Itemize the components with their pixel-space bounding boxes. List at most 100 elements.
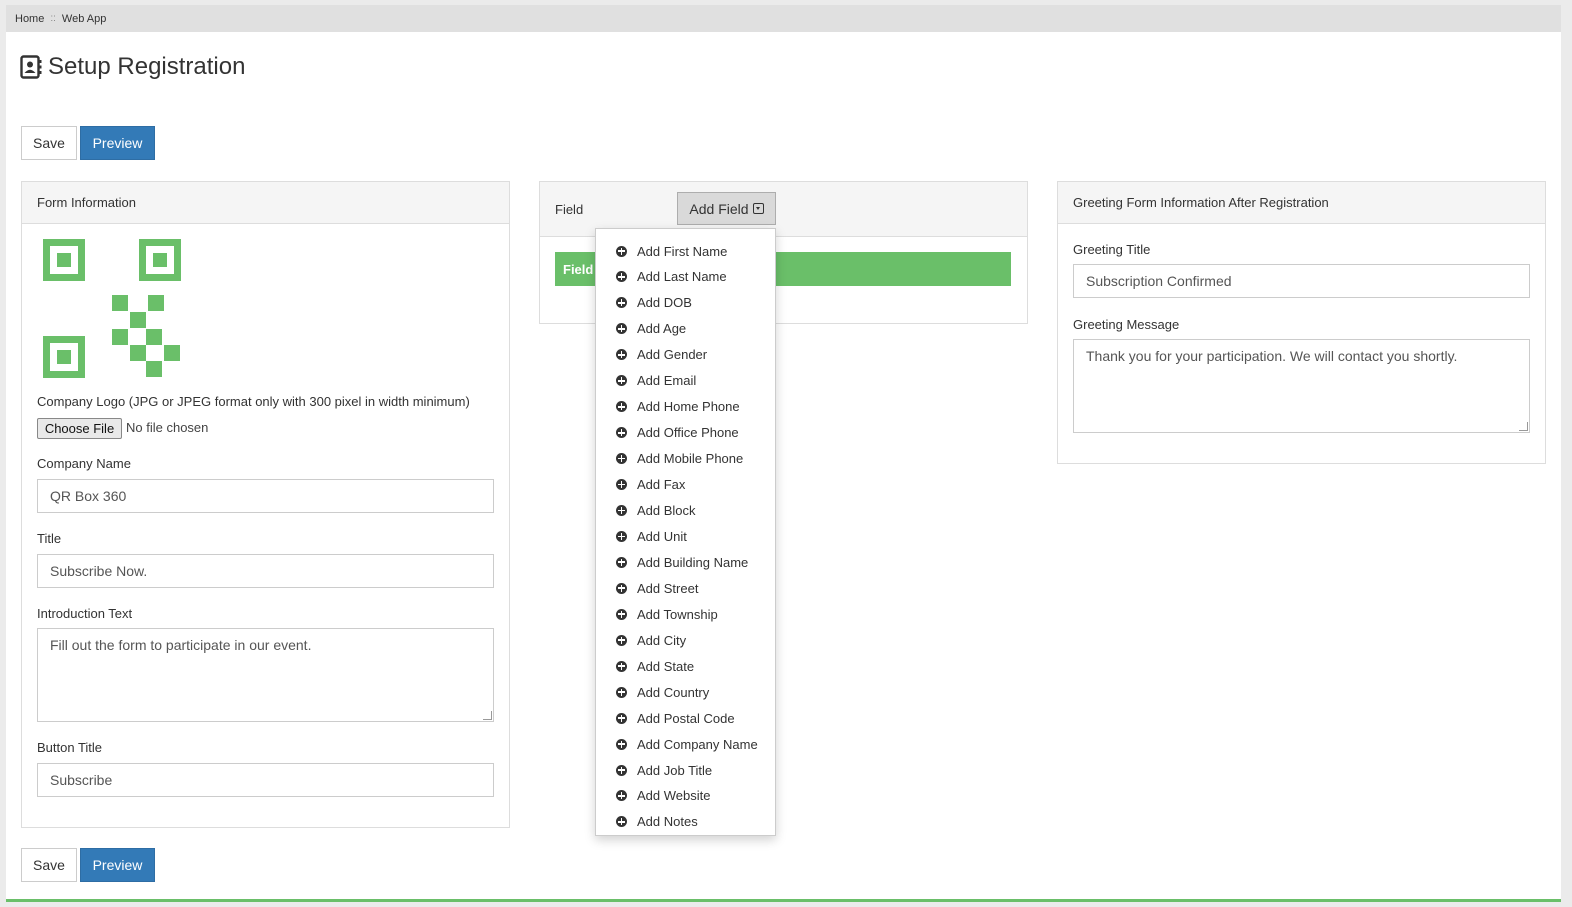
menu-item-label: Add Website <box>637 788 711 804</box>
page-header: Setup Registration <box>20 53 245 81</box>
save-button-top[interactable]: Save <box>21 126 77 160</box>
menu-item-label: Add Unit <box>637 528 687 544</box>
breadcrumb-current[interactable]: Web App <box>62 13 106 25</box>
plus-circle-icon <box>616 530 627 542</box>
no-file-chosen-text: No file chosen <box>126 420 209 435</box>
greeting-title-label: Greeting Title <box>1073 242 1151 257</box>
menu-item-label: Add Fax <box>637 477 686 493</box>
menu-item-add-gender[interactable]: Add Gender <box>616 345 707 365</box>
page-title: Setup Registration <box>48 53 246 80</box>
company-name-input[interactable]: QR Box 360 <box>37 479 494 513</box>
menu-item-add-company-name[interactable]: Add Company Name <box>616 734 758 754</box>
menu-item-add-email[interactable]: Add Email <box>616 371 696 391</box>
menu-item-label: Add DOB <box>637 295 692 311</box>
menu-item-label: Add Company Name <box>637 736 758 752</box>
preview-button-bottom[interactable]: Preview <box>80 848 155 882</box>
menu-item-label: Add City <box>637 632 687 648</box>
menu-item-label: Add Country <box>637 684 710 700</box>
menu-item-add-first-name[interactable]: Add First Name <box>616 241 727 261</box>
company-logo-label: Company Logo (JPG or JPEG format only wi… <box>37 394 470 409</box>
plus-circle-icon <box>616 453 627 465</box>
menu-item-label: Add Street <box>637 580 699 596</box>
menu-item-add-website[interactable]: Add Website <box>616 786 710 806</box>
resize-handle-icon[interactable] <box>1519 422 1528 431</box>
plus-circle-icon <box>616 323 627 335</box>
resize-handle-icon[interactable] <box>483 711 492 720</box>
menu-item-add-age[interactable]: Add Age <box>616 319 686 339</box>
preview-button-top[interactable]: Preview <box>80 126 155 160</box>
breadcrumb-separator: :: <box>50 13 56 24</box>
greeting-title-input[interactable]: Subscription Confirmed <box>1073 264 1530 298</box>
menu-item-add-street[interactable]: Add Street <box>616 578 698 598</box>
choose-file-button[interactable]: Choose File <box>37 418 122 439</box>
add-field-menu: Add First Name Add Last Name Add DOB Add Ag… <box>595 228 776 836</box>
plus-circle-icon <box>616 712 627 724</box>
menu-item-add-state[interactable]: Add State <box>616 656 694 676</box>
menu-item-label: Add Gender <box>637 347 708 363</box>
menu-item-add-block[interactable]: Add Block <box>616 501 696 521</box>
greeting-message-textarea[interactable]: Thank you for your participation. We wil… <box>1073 339 1530 433</box>
menu-item-label: Add Township <box>637 606 718 622</box>
plus-circle-icon <box>616 790 627 802</box>
introduction-text-textarea[interactable]: Fill out the form to participate in our … <box>37 628 494 722</box>
menu-item-add-mobile-phone[interactable]: Add Mobile Phone <box>616 449 743 469</box>
menu-item-add-home-phone[interactable]: Add Home Phone <box>616 397 740 417</box>
title-label: Title <box>37 531 62 546</box>
breadcrumb: Home :: Web App <box>6 5 1561 32</box>
breadcrumb-home-link[interactable]: Home <box>15 13 44 25</box>
plus-circle-icon <box>616 660 627 672</box>
menu-item-label: Add Job Title <box>637 762 713 778</box>
greeting-message-label: Greeting Message <box>1073 317 1180 332</box>
contact-book-icon <box>20 55 42 79</box>
menu-item-label: Add First Name <box>637 243 728 259</box>
plus-circle-icon <box>616 764 627 776</box>
menu-item-add-building-name[interactable]: Add Building Name <box>616 552 748 572</box>
menu-item-label: Add State <box>637 658 695 674</box>
menu-item-add-city[interactable]: Add City <box>616 630 686 650</box>
menu-item-label: Add Postal Code <box>637 710 735 726</box>
plus-circle-icon <box>616 297 627 309</box>
menu-item-add-dob[interactable]: Add DOB <box>616 293 692 313</box>
menu-item-label: Add Office Phone <box>637 425 739 441</box>
button-title-input[interactable]: Subscribe <box>37 763 494 797</box>
button-title-label: Button Title <box>37 740 103 755</box>
plus-circle-icon <box>616 556 627 568</box>
plus-circle-icon <box>616 608 627 620</box>
menu-item-label: Add Block <box>637 503 696 518</box>
add-field-dropdown-button[interactable]: Add Field <box>677 192 776 225</box>
plus-circle-icon <box>616 479 627 491</box>
introduction-text-label: Introduction Text <box>37 606 133 621</box>
plus-circle-icon <box>616 245 627 257</box>
menu-item-label: Add Age <box>637 321 687 337</box>
plus-circle-icon <box>616 349 627 361</box>
menu-item-add-country[interactable]: Add Country <box>616 682 709 702</box>
introduction-text-value: Fill out the form to participate in our … <box>50 637 312 653</box>
add-field-label: Add Field <box>689 200 749 217</box>
plus-circle-icon <box>616 427 627 439</box>
plus-circle-icon <box>616 686 627 698</box>
plus-circle-icon <box>616 271 627 283</box>
menu-item-add-fax[interactable]: Add Fax <box>616 475 685 495</box>
plus-circle-icon <box>616 634 627 646</box>
menu-item-label: Add Last Name <box>637 269 727 285</box>
form-information-heading: Form Information <box>22 182 509 224</box>
menu-item-add-township[interactable]: Add Township <box>616 604 718 624</box>
menu-item-label: Add Notes <box>637 814 698 830</box>
menu-item-add-notes[interactable]: Add Notes <box>616 812 698 832</box>
menu-item-label: Add Home Phone <box>637 399 740 415</box>
title-input[interactable]: Subscribe Now. <box>37 554 494 588</box>
menu-item-label: Add Building Name <box>637 554 749 570</box>
company-name-label: Company Name <box>37 456 131 471</box>
menu-item-add-unit[interactable]: Add Unit <box>616 526 687 546</box>
plus-circle-icon <box>616 816 627 828</box>
greeting-heading: Greeting Form Information After Registra… <box>1058 182 1545 224</box>
plus-circle-icon <box>616 738 627 750</box>
menu-item-add-office-phone[interactable]: Add Office Phone <box>616 423 739 443</box>
company-logo-image <box>43 239 183 379</box>
save-button-bottom[interactable]: Save <box>21 848 77 882</box>
greeting-message-value: Thank you for your participation. We wil… <box>1086 348 1458 364</box>
menu-item-add-last-name[interactable]: Add Last Name <box>616 267 727 287</box>
menu-item-add-postal-code[interactable]: Add Postal Code <box>616 708 735 728</box>
menu-item-add-job-title[interactable]: Add Job Title <box>616 760 712 780</box>
plus-circle-icon <box>616 375 627 387</box>
